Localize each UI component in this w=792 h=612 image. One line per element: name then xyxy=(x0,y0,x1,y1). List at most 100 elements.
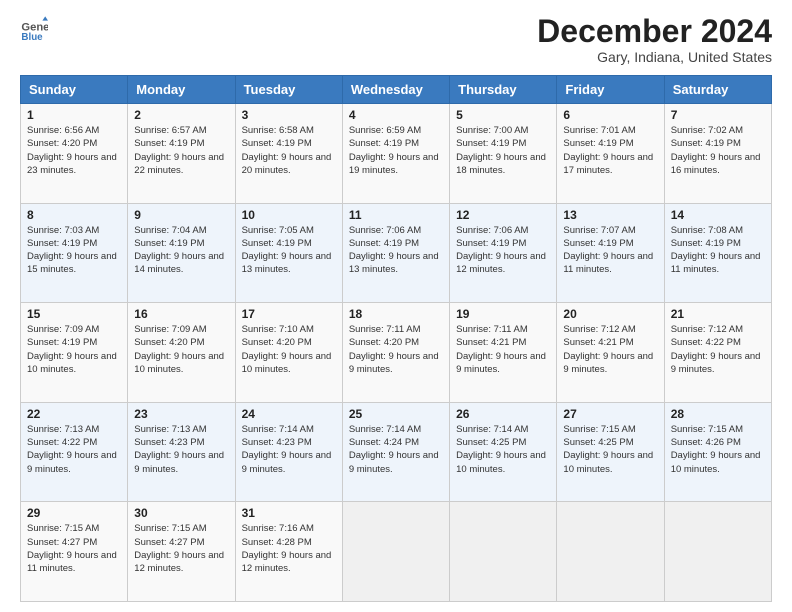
calendar-cell: 4Sunrise: 6:59 AMSunset: 4:19 PMDaylight… xyxy=(342,104,449,204)
day-number: 31 xyxy=(242,506,336,520)
day-number: 6 xyxy=(563,108,657,122)
day-number: 22 xyxy=(27,407,121,421)
calendar-table: SundayMondayTuesdayWednesdayThursdayFrid… xyxy=(20,75,772,602)
day-info: Sunrise: 6:57 AMSunset: 4:19 PMDaylight:… xyxy=(134,125,224,176)
calendar-cell: 13 Sunrise: 7:07 AMSunset: 4:19 PMDayligh… xyxy=(557,203,664,303)
calendar-cell: 10 Sunrise: 7:05 AMSunset: 4:19 PMDayligh… xyxy=(235,203,342,303)
day-number: 23 xyxy=(134,407,228,421)
day-number: 16 xyxy=(134,307,228,321)
day-number: 24 xyxy=(242,407,336,421)
day-info: Sunrise: 7:09 AMSunset: 4:19 PMDaylight:… xyxy=(27,324,117,375)
day-number: 20 xyxy=(563,307,657,321)
day-info: Sunrise: 7:15 AMSunset: 4:25 PMDaylight:… xyxy=(563,424,653,475)
day-info: Sunrise: 7:10 AMSunset: 4:20 PMDaylight:… xyxy=(242,324,332,375)
weekday-header-friday: Friday xyxy=(557,76,664,104)
day-info: Sunrise: 7:15 AMSunset: 4:27 PMDaylight:… xyxy=(134,523,224,574)
day-number: 29 xyxy=(27,506,121,520)
calendar-cell: 15 Sunrise: 7:09 AMSunset: 4:19 PMDayligh… xyxy=(21,303,128,403)
day-info: Sunrise: 7:06 AMSunset: 4:19 PMDaylight:… xyxy=(349,225,439,276)
month-title: December 2024 xyxy=(537,15,772,47)
calendar-cell: 12 Sunrise: 7:06 AMSunset: 4:19 PMDayligh… xyxy=(450,203,557,303)
day-number: 18 xyxy=(349,307,443,321)
day-info: Sunrise: 6:56 AMSunset: 4:20 PMDaylight:… xyxy=(27,125,117,176)
calendar-cell xyxy=(342,502,449,602)
day-info: Sunrise: 7:13 AMSunset: 4:22 PMDaylight:… xyxy=(27,424,117,475)
day-number: 28 xyxy=(671,407,765,421)
weekday-header-monday: Monday xyxy=(128,76,235,104)
day-info: Sunrise: 7:01 AMSunset: 4:19 PMDaylight:… xyxy=(563,125,653,176)
day-number: 5 xyxy=(456,108,550,122)
day-info: Sunrise: 7:15 AMSunset: 4:27 PMDaylight:… xyxy=(27,523,117,574)
calendar-cell xyxy=(664,502,771,602)
weekday-header-tuesday: Tuesday xyxy=(235,76,342,104)
calendar-cell: 11 Sunrise: 7:06 AMSunset: 4:19 PMDayligh… xyxy=(342,203,449,303)
day-number: 10 xyxy=(242,208,336,222)
day-info: Sunrise: 7:14 AMSunset: 4:24 PMDaylight:… xyxy=(349,424,439,475)
day-number: 8 xyxy=(27,208,121,222)
calendar-cell: 2 Sunrise: 6:57 AMSunset: 4:19 PMDaylight… xyxy=(128,104,235,204)
calendar-cell: 17 Sunrise: 7:10 AMSunset: 4:20 PMDayligh… xyxy=(235,303,342,403)
calendar-cell: 29 Sunrise: 7:15 AMSunset: 4:27 PMDayligh… xyxy=(21,502,128,602)
day-number: 25 xyxy=(349,407,443,421)
day-info: Sunrise: 7:12 AMSunset: 4:22 PMDaylight:… xyxy=(671,324,761,375)
day-info: Sunrise: 7:00 AMSunset: 4:19 PMDaylight:… xyxy=(456,125,546,176)
day-number: 1 xyxy=(27,108,121,122)
weekday-header-wednesday: Wednesday xyxy=(342,76,449,104)
day-info: Sunrise: 7:07 AMSunset: 4:19 PMDaylight:… xyxy=(563,225,653,276)
day-number: 9 xyxy=(134,208,228,222)
svg-text:Blue: Blue xyxy=(21,32,43,43)
day-info: Sunrise: 7:13 AMSunset: 4:23 PMDaylight:… xyxy=(134,424,224,475)
day-info: Sunrise: 7:11 AMSunset: 4:21 PMDaylight:… xyxy=(456,324,546,375)
calendar-cell: 19Sunrise: 7:11 AMSunset: 4:21 PMDayligh… xyxy=(450,303,557,403)
calendar-cell: 14 Sunrise: 7:08 AMSunset: 4:19 PMDayligh… xyxy=(664,203,771,303)
day-number: 26 xyxy=(456,407,550,421)
week-row-1: 1 Sunrise: 6:56 AMSunset: 4:20 PMDaylight… xyxy=(21,104,772,204)
weekday-header-thursday: Thursday xyxy=(450,76,557,104)
calendar-cell: 28 Sunrise: 7:15 AMSunset: 4:26 PMDayligh… xyxy=(664,402,771,502)
day-info: Sunrise: 7:06 AMSunset: 4:19 PMDaylight:… xyxy=(456,225,546,276)
day-number: 4 xyxy=(349,108,443,122)
day-number: 11 xyxy=(349,208,443,222)
calendar-cell: 22 Sunrise: 7:13 AMSunset: 4:22 PMDayligh… xyxy=(21,402,128,502)
day-info: Sunrise: 7:02 AMSunset: 4:19 PMDaylight:… xyxy=(671,125,761,176)
calendar-cell: 24Sunrise: 7:14 AMSunset: 4:23 PMDayligh… xyxy=(235,402,342,502)
day-info: Sunrise: 7:16 AMSunset: 4:28 PMDaylight:… xyxy=(242,523,332,574)
day-number: 2 xyxy=(134,108,228,122)
calendar-cell: 31 Sunrise: 7:16 AMSunset: 4:28 PMDayligh… xyxy=(235,502,342,602)
calendar-cell: 6 Sunrise: 7:01 AMSunset: 4:19 PMDaylight… xyxy=(557,104,664,204)
day-number: 21 xyxy=(671,307,765,321)
week-row-5: 29 Sunrise: 7:15 AMSunset: 4:27 PMDayligh… xyxy=(21,502,772,602)
day-info: Sunrise: 7:11 AMSunset: 4:20 PMDaylight:… xyxy=(349,324,439,375)
weekday-header-sunday: Sunday xyxy=(21,76,128,104)
calendar-cell: 18 Sunrise: 7:11 AMSunset: 4:20 PMDayligh… xyxy=(342,303,449,403)
calendar-cell: 21 Sunrise: 7:12 AMSunset: 4:22 PMDayligh… xyxy=(664,303,771,403)
calendar-cell: 26Sunrise: 7:14 AMSunset: 4:25 PMDayligh… xyxy=(450,402,557,502)
day-info: Sunrise: 7:15 AMSunset: 4:26 PMDaylight:… xyxy=(671,424,761,475)
weekday-header-saturday: Saturday xyxy=(664,76,771,104)
week-row-4: 22 Sunrise: 7:13 AMSunset: 4:22 PMDayligh… xyxy=(21,402,772,502)
day-number: 12 xyxy=(456,208,550,222)
day-number: 15 xyxy=(27,307,121,321)
calendar-cell: 20Sunrise: 7:12 AMSunset: 4:21 PMDayligh… xyxy=(557,303,664,403)
calendar-cell: 25 Sunrise: 7:14 AMSunset: 4:24 PMDayligh… xyxy=(342,402,449,502)
title-area: December 2024 Gary, Indiana, United Stat… xyxy=(537,15,772,65)
calendar-cell: 9 Sunrise: 7:04 AMSunset: 4:19 PMDaylight… xyxy=(128,203,235,303)
day-number: 3 xyxy=(242,108,336,122)
day-info: Sunrise: 7:04 AMSunset: 4:19 PMDaylight:… xyxy=(134,225,224,276)
header: General Blue December 2024 Gary, Indiana… xyxy=(20,15,772,65)
calendar-cell: 27 Sunrise: 7:15 AMSunset: 4:25 PMDayligh… xyxy=(557,402,664,502)
logo: General Blue xyxy=(20,15,48,43)
calendar-cell: 30Sunrise: 7:15 AMSunset: 4:27 PMDayligh… xyxy=(128,502,235,602)
day-number: 27 xyxy=(563,407,657,421)
day-number: 13 xyxy=(563,208,657,222)
day-number: 7 xyxy=(671,108,765,122)
day-info: Sunrise: 7:05 AMSunset: 4:19 PMDaylight:… xyxy=(242,225,332,276)
day-number: 17 xyxy=(242,307,336,321)
day-info: Sunrise: 7:09 AMSunset: 4:20 PMDaylight:… xyxy=(134,324,224,375)
day-number: 14 xyxy=(671,208,765,222)
calendar-cell xyxy=(557,502,664,602)
day-info: Sunrise: 7:08 AMSunset: 4:19 PMDaylight:… xyxy=(671,225,761,276)
calendar-cell: 7 Sunrise: 7:02 AMSunset: 4:19 PMDaylight… xyxy=(664,104,771,204)
location: Gary, Indiana, United States xyxy=(537,49,772,65)
week-row-3: 15 Sunrise: 7:09 AMSunset: 4:19 PMDayligh… xyxy=(21,303,772,403)
